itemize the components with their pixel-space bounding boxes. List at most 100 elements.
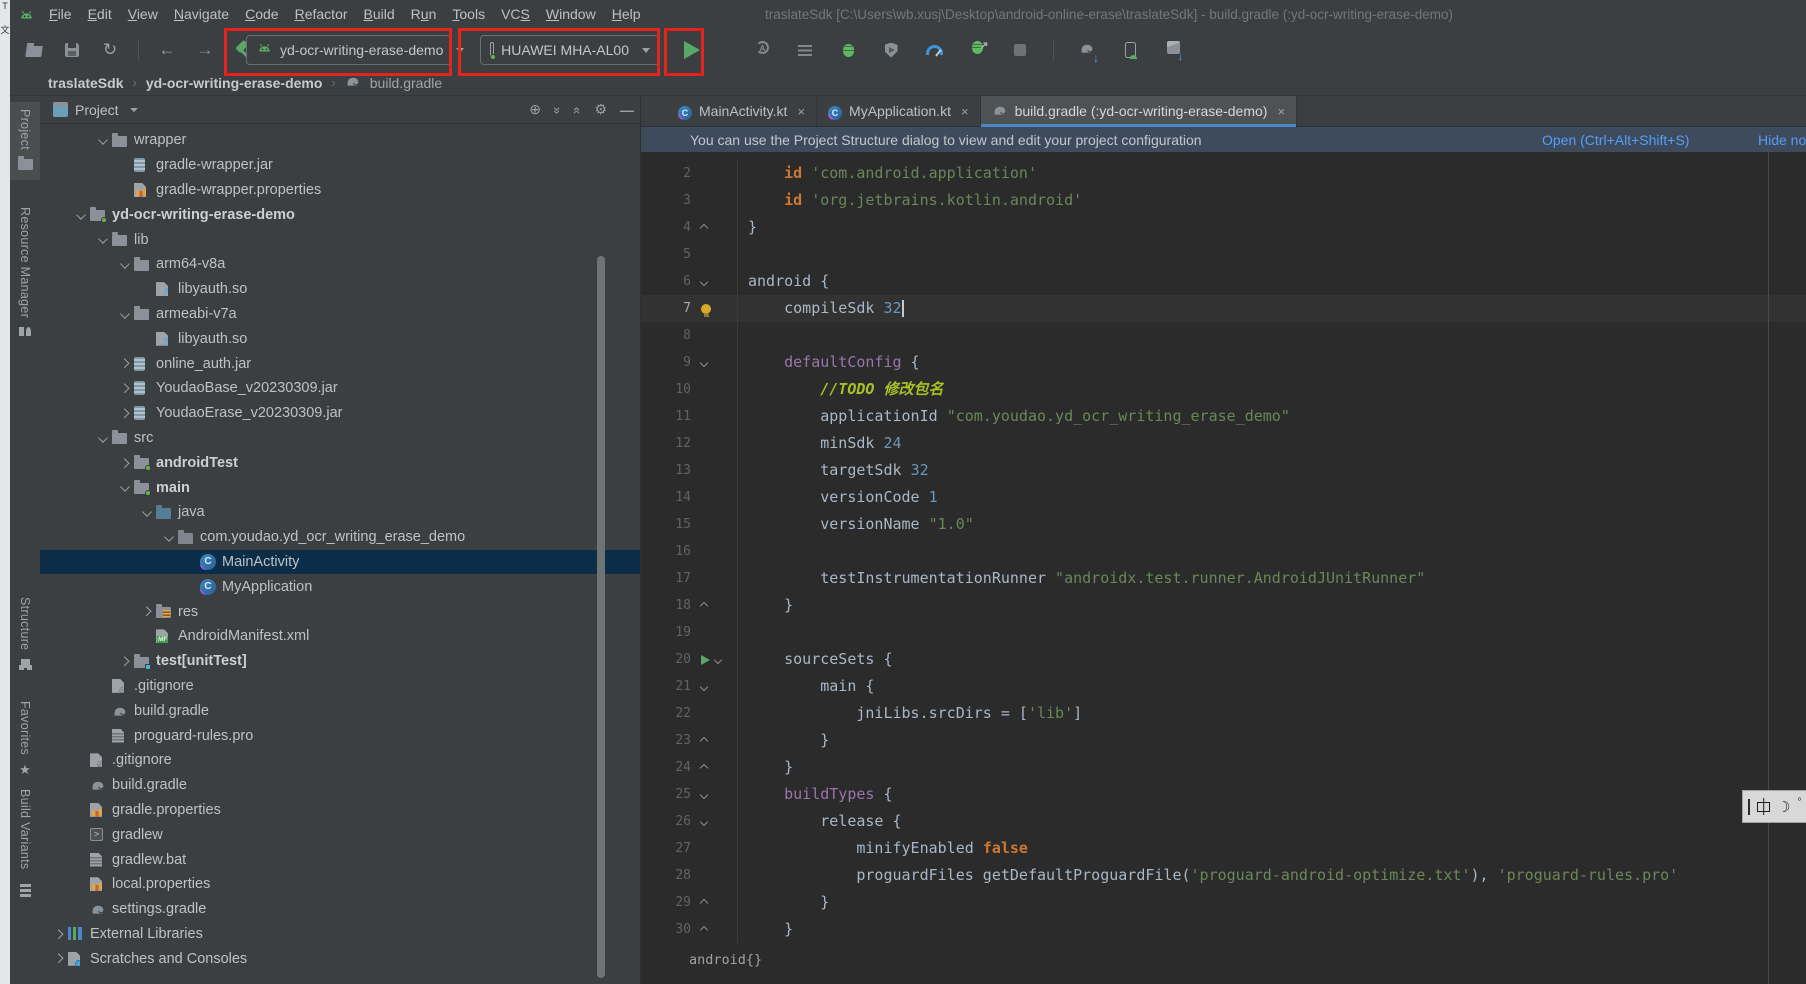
profiler-icon[interactable] — [922, 38, 946, 62]
chevron-down-icon[interactable] — [98, 135, 107, 144]
fold-marker-icon[interactable] — [714, 655, 722, 663]
fold-marker-icon[interactable] — [700, 277, 708, 285]
menu-refactor[interactable]: Refactor — [287, 3, 356, 25]
code-line[interactable]: 9 defaultConfig { — [641, 349, 1806, 376]
code-line[interactable]: 29 } — [641, 889, 1806, 916]
tree-item[interactable]: wrapper — [40, 128, 640, 153]
fold-marker-icon[interactable] — [700, 601, 708, 609]
expand-all-icon[interactable]: « — [574, 102, 581, 118]
tree-item[interactable]: androidTest — [40, 450, 640, 475]
chevron-down-icon[interactable] — [120, 482, 129, 491]
code-line[interactable]: 10 //TODO 修改包名 — [641, 376, 1806, 403]
code-line[interactable]: 13 targetSdk 32 — [641, 457, 1806, 484]
sidebar-tab-resource-manager[interactable]: Resource Manager — [10, 200, 40, 346]
chevron-right-icon[interactable] — [119, 458, 128, 467]
back-icon[interactable]: ← — [155, 38, 179, 62]
code-line[interactable]: 21 main { — [641, 673, 1806, 700]
fold-marker-icon[interactable] — [700, 682, 708, 690]
sidebar-tab-project[interactable]: Project — [10, 102, 40, 180]
tree-item[interactable]: >gradlew — [40, 822, 640, 847]
tree-item[interactable]: gradle.properties — [40, 798, 640, 823]
chevron-down-icon[interactable] — [98, 234, 107, 243]
code-line[interactable]: 2 id 'com.android.application' — [641, 160, 1806, 187]
chevron-right-icon[interactable] — [119, 359, 128, 368]
menu-view[interactable]: View — [120, 3, 166, 25]
apply-code-changes-icon[interactable] — [793, 38, 817, 62]
sidebar-tab-structure[interactable]: Structure — [10, 590, 40, 678]
tree-item[interactable]: java — [40, 500, 640, 525]
code-line[interactable]: 7 compileSdk 32 — [641, 295, 1806, 322]
ime-punct-icon[interactable]: ° — [1797, 797, 1801, 808]
tree-item[interactable]: ⊘.gitignore — [40, 748, 640, 773]
code-line[interactable]: 18 } — [641, 592, 1806, 619]
chevron-right-icon[interactable] — [53, 954, 62, 963]
chevron-down-icon[interactable] — [164, 532, 173, 541]
open-folder-icon[interactable] — [22, 38, 46, 62]
code-editor[interactable]: 2 id 'com.android.application'3 id 'org.… — [641, 152, 1806, 984]
sidebar-tab-favorites[interactable]: Favorites★ — [10, 694, 40, 785]
editor-tab[interactable]: build.gradle (:yd-ocr-writing-erase-demo… — [981, 96, 1297, 126]
ime-chinese-mode-icon[interactable] — [1757, 802, 1770, 812]
code-line[interactable]: 6android { — [641, 268, 1806, 295]
ime-widget[interactable]: ☽ ° — [1742, 790, 1806, 823]
code-line[interactable]: 4} — [641, 214, 1806, 241]
debug-icon[interactable] — [836, 38, 860, 62]
intention-bulb-icon[interactable] — [701, 304, 711, 314]
code-line[interactable]: 11 applicationId "com.youdao.yd_ocr_writ… — [641, 403, 1806, 430]
fold-marker-icon[interactable] — [700, 817, 708, 825]
code-line[interactable]: 22 jniLibs.srcDirs = ['lib'] — [641, 700, 1806, 727]
chevron-right-icon[interactable] — [119, 409, 128, 418]
tree-item[interactable]: ⊘.gitignore — [40, 674, 640, 699]
menu-file[interactable]: File — [41, 3, 80, 25]
tree-item[interactable]: armeabi-v7a — [40, 302, 640, 327]
tree-item[interactable]: YoudaoBase_v20230309.jar — [40, 376, 640, 401]
profile-icon[interactable] — [879, 38, 903, 62]
tree-item[interactable]: Scratches and Consoles — [40, 946, 640, 971]
menu-edit[interactable]: Edit — [80, 3, 120, 25]
tree-item[interactable]: ?libyauth.so — [40, 326, 640, 351]
sidebar-tab-build-variants[interactable]: Build Variants — [10, 782, 40, 897]
code-line[interactable]: 26 release { — [641, 808, 1806, 835]
tree-item[interactable]: YoudaoErase_v20230309.jar — [40, 401, 640, 426]
chevron-right-icon[interactable] — [119, 657, 128, 666]
tree-item[interactable]: gradle-wrapper.jar — [40, 153, 640, 178]
device-manager-icon[interactable] — [1118, 38, 1142, 62]
chevron-down-icon[interactable] — [98, 433, 107, 442]
sync-icon[interactable]: ↻ — [98, 38, 122, 62]
tree-item[interactable]: online_auth.jar — [40, 351, 640, 376]
code-line[interactable]: 25 buildTypes { — [641, 781, 1806, 808]
chevron-down-icon[interactable] — [120, 309, 129, 318]
stop-icon[interactable] — [1008, 38, 1032, 62]
editor-tab[interactable]: CMainActivity.kt× — [667, 96, 817, 126]
banner-open-link[interactable]: Open (Ctrl+Alt+Shift+S) — [1542, 132, 1689, 148]
chevron-right-icon[interactable] — [141, 607, 150, 616]
tree-item[interactable]: main — [40, 475, 640, 500]
tree-item[interactable]: External Libraries — [40, 922, 640, 947]
tree-item[interactable]: arm64-v8a — [40, 252, 640, 277]
editor-tab[interactable]: CMyApplication.kt× — [817, 96, 981, 126]
fold-marker-icon[interactable] — [700, 223, 708, 231]
close-icon[interactable]: × — [1277, 104, 1285, 119]
code-line[interactable]: 23 } — [641, 727, 1806, 754]
code-line[interactable]: 19 — [641, 619, 1806, 646]
tree-item[interactable]: build.gradle — [40, 773, 640, 798]
fold-marker-icon[interactable] — [700, 790, 708, 798]
gradle-sync-icon[interactable]: ↓ — [1075, 38, 1099, 62]
tree-item[interactable]: local.properties — [40, 872, 640, 897]
code-line[interactable]: 20 sourceSets { — [641, 646, 1806, 673]
code-line[interactable]: 24 } — [641, 754, 1806, 781]
tree-item[interactable]: build.gradle — [40, 698, 640, 723]
project-panel-title[interactable]: Project — [75, 102, 119, 118]
menu-build[interactable]: Build — [356, 3, 403, 25]
fold-marker-icon[interactable] — [700, 763, 708, 771]
menu-navigate[interactable]: Navigate — [166, 3, 237, 25]
editor-breadcrumb[interactable]: android{} — [689, 952, 762, 968]
code-line[interactable]: 12 minSdk 24 — [641, 430, 1806, 457]
fold-marker-icon[interactable] — [700, 358, 708, 366]
fold-marker-icon[interactable] — [700, 925, 708, 933]
tree-item[interactable]: MFAndroidManifest.xml — [40, 624, 640, 649]
chevron-right-icon[interactable] — [53, 929, 62, 938]
ime-fullwidth-icon[interactable]: ☽ — [1777, 798, 1790, 816]
hide-panel-icon[interactable]: — — [620, 102, 634, 118]
code-line[interactable]: 15 versionName "1.0" — [641, 511, 1806, 538]
